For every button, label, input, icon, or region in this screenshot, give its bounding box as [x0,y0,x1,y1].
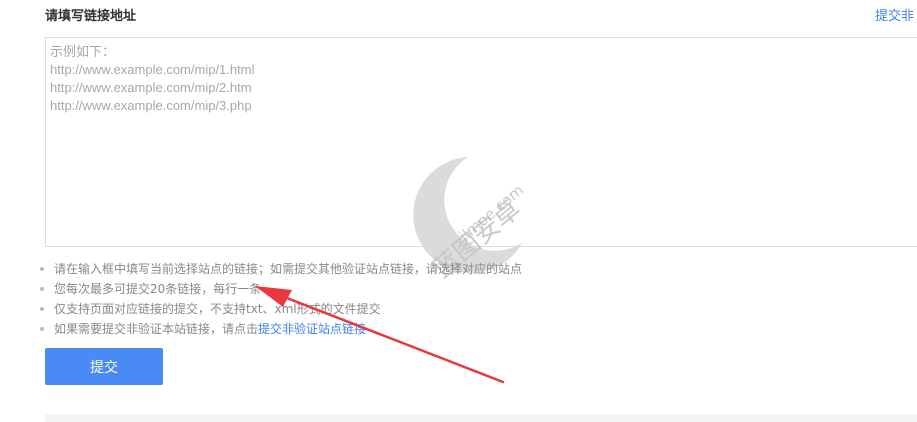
nonverified-site-link[interactable]: 提交非验证站点链接 [258,322,366,336]
bullet-icon [40,267,44,271]
bullet-icon [40,307,44,311]
tip-item: 仅支持页面对应链接的提交，不支持txt、xml形式的文件提交 [38,299,522,319]
tip-item: 您每次最多可提交20条链接，每行一条 [38,279,522,299]
tip-text: 请在输入框中填写当前选择站点的链接；如需提交其他验证站点链接，请选择对应的站点 [54,262,523,276]
tip-item: 如果需要提交非验证本站链接，请点击提交非验证站点链接 [38,319,522,339]
tip-text: 如果需要提交非验证本站链接，请点击 [54,322,259,336]
tip-text: 仅支持页面对应链接的提交，不支持txt、xml形式的文件提交 [54,302,381,316]
submit-button[interactable]: 提交 [45,348,163,385]
page-title: 请填写链接地址 [45,9,137,24]
bullet-icon [40,287,44,291]
tip-item: 请在输入框中填写当前选择站点的链接；如需提交其他验证站点链接，请选择对应的站点 [38,259,522,279]
bullet-icon [40,327,44,331]
tips-list: 请在输入框中填写当前选择站点的链接；如需提交其他验证站点链接，请选择对应的站点 … [38,259,522,339]
bottom-divider [45,414,917,422]
url-textarea[interactable] [45,37,917,247]
submit-nonverified-link[interactable]: 提交非 [875,5,914,24]
tip-text: 您每次最多可提交20条链接，每行一条 [54,282,262,296]
